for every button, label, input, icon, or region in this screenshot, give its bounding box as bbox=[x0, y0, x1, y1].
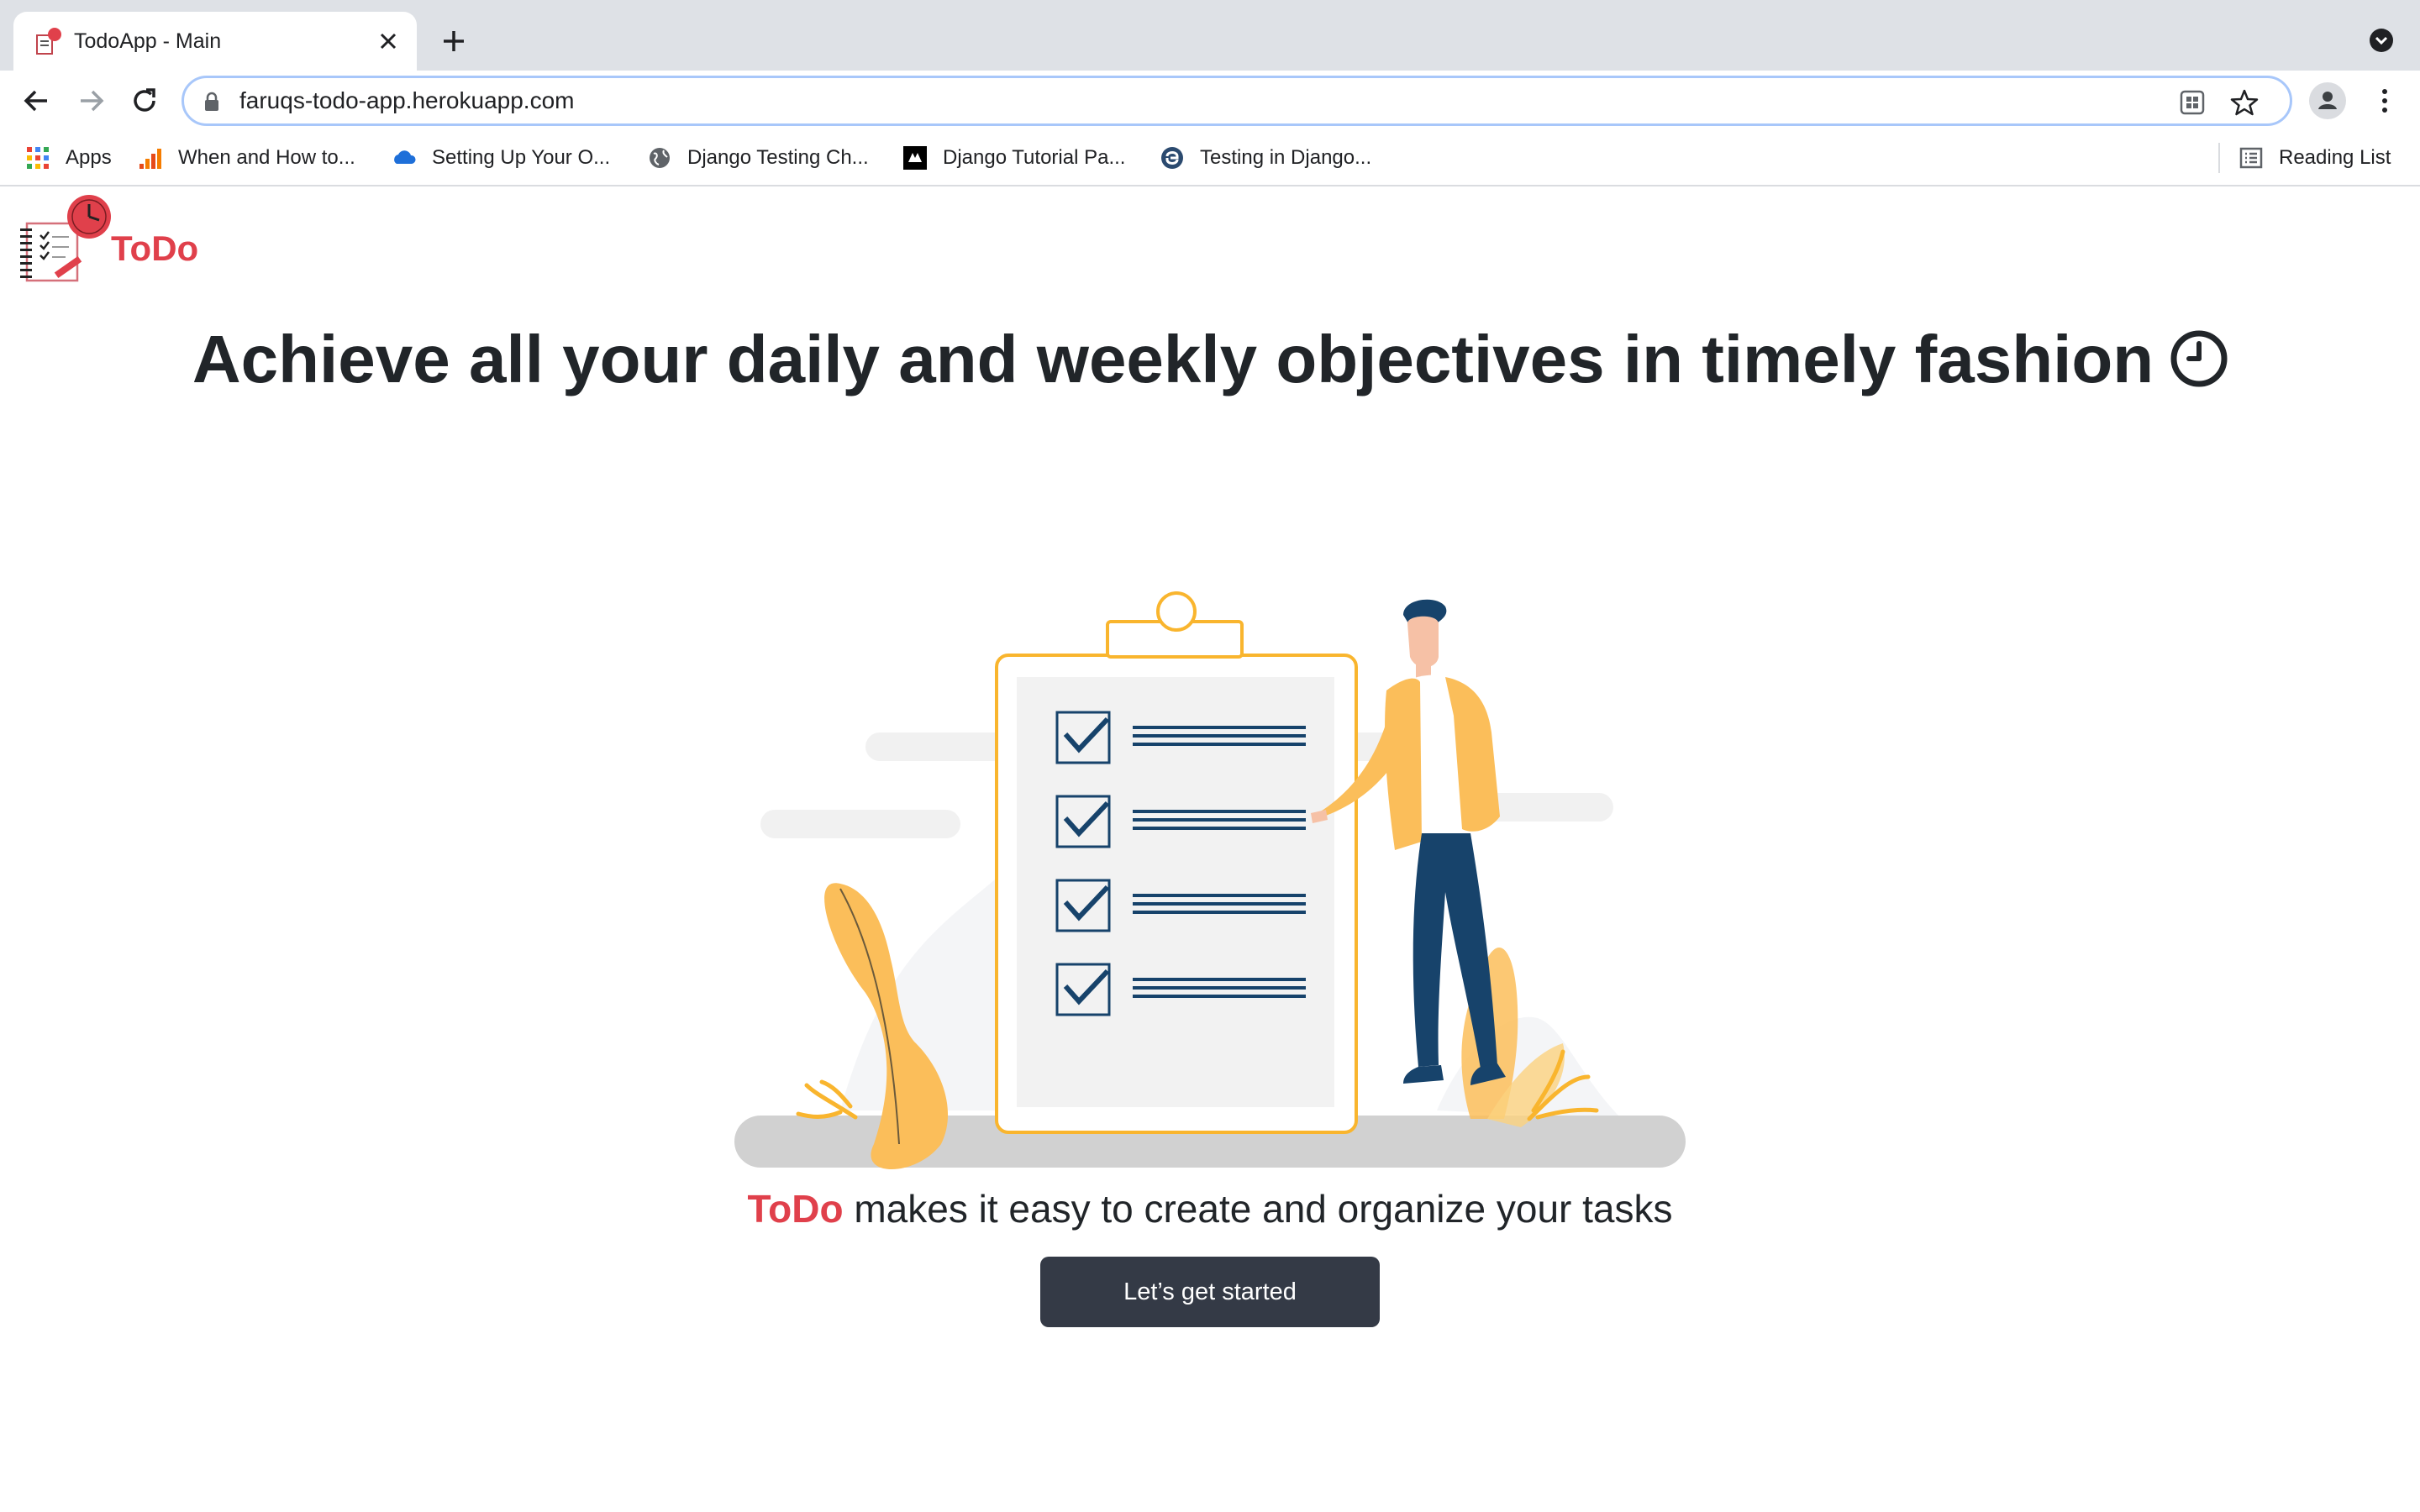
tagline-text: makes it easy to create and organize you… bbox=[843, 1187, 1673, 1231]
bookmark-django-testing[interactable]: Django Testing Ch... bbox=[647, 131, 869, 185]
profile-avatar[interactable] bbox=[2309, 82, 2346, 119]
browser-tab[interactable]: TodoApp - Main bbox=[13, 12, 417, 71]
bookmark-setting-up[interactable]: Setting Up Your O... bbox=[392, 131, 610, 185]
reload-icon[interactable] bbox=[126, 82, 163, 119]
todo-favicon-icon bbox=[36, 28, 61, 55]
get-started-button[interactable]: Let’s get started bbox=[1040, 1257, 1380, 1327]
mdn-favicon-icon bbox=[903, 146, 927, 170]
bookmark-when-and-how[interactable]: When and How to... bbox=[138, 131, 355, 185]
new-tab-icon[interactable] bbox=[435, 23, 472, 60]
lock-icon[interactable] bbox=[203, 92, 221, 112]
reading-list-button[interactable]: Reading List bbox=[2238, 131, 2391, 185]
install-app-icon[interactable] bbox=[2177, 87, 2207, 118]
tab-strip: TodoApp - Main bbox=[0, 0, 2420, 71]
bookmark-django-tutorial[interactable]: Django Tutorial Pa... bbox=[902, 131, 1125, 185]
globe-icon bbox=[650, 148, 670, 168]
bookmark-label: When and How to... bbox=[178, 146, 355, 169]
browser-toolbar: faruqs-todo-app.herokuapp.com bbox=[0, 71, 2420, 131]
reading-list-label: Reading List bbox=[2279, 146, 2391, 169]
bookmark-apps[interactable]: Apps bbox=[25, 131, 112, 185]
tab-search-icon[interactable] bbox=[2368, 27, 2395, 54]
todo-logo-icon bbox=[20, 195, 111, 282]
apps-grid-icon bbox=[27, 147, 49, 169]
brand-name: ToDo bbox=[111, 228, 199, 268]
cloud-shape bbox=[760, 810, 960, 838]
bookmark-label: Django Testing Ch... bbox=[687, 146, 869, 169]
close-tab-icon[interactable] bbox=[371, 24, 405, 58]
bookmark-label: Apps bbox=[66, 146, 112, 169]
person-icon bbox=[2318, 92, 2337, 109]
bookmark-label: Setting Up Your O... bbox=[432, 146, 611, 169]
bars-favicon-icon bbox=[139, 149, 161, 169]
address-bar[interactable]: faruqs-todo-app.herokuapp.com bbox=[182, 76, 2292, 126]
python-favicon-icon bbox=[1161, 147, 1183, 169]
tagline: ToDo makes it easy to create and organiz… bbox=[0, 1186, 2420, 1231]
browser-menu-icon[interactable] bbox=[2370, 86, 2400, 116]
tagline-brand: ToDo bbox=[747, 1187, 844, 1231]
bookmarks-bar: Apps When and How to... Setting Up Your … bbox=[0, 131, 2420, 186]
bookmark-label: Django Tutorial Pa... bbox=[943, 146, 1126, 169]
clipboard-ring bbox=[1156, 591, 1197, 632]
bookmark-star-icon[interactable] bbox=[2229, 87, 2260, 118]
clock-icon bbox=[2170, 330, 2228, 387]
hero-headline: Achieve all your daily and weekly object… bbox=[0, 321, 2420, 398]
bookmark-testing-in-django[interactable]: Testing in Django... bbox=[1160, 131, 1371, 185]
navbar-brand[interactable]: ToDo bbox=[15, 192, 234, 286]
cloud-favicon-icon bbox=[394, 150, 416, 164]
forward-arrow-icon[interactable] bbox=[72, 82, 109, 119]
tab-title: TodoApp - Main bbox=[74, 29, 222, 53]
back-arrow-icon[interactable] bbox=[18, 82, 55, 119]
checklist-illustration bbox=[734, 591, 1686, 1169]
reading-list-icon bbox=[2239, 147, 2263, 169]
page-content: ToDo Achieve all your daily and weekly o… bbox=[0, 186, 2420, 1512]
url-text[interactable]: faruqs-todo-app.herokuapp.com bbox=[239, 78, 574, 123]
bookmark-label: Testing in Django... bbox=[1200, 146, 1372, 169]
headline-text: Achieve all your daily and weekly object… bbox=[192, 322, 2154, 396]
bookmarks-divider bbox=[2218, 143, 2220, 173]
clipboard-paper bbox=[1017, 677, 1334, 1107]
